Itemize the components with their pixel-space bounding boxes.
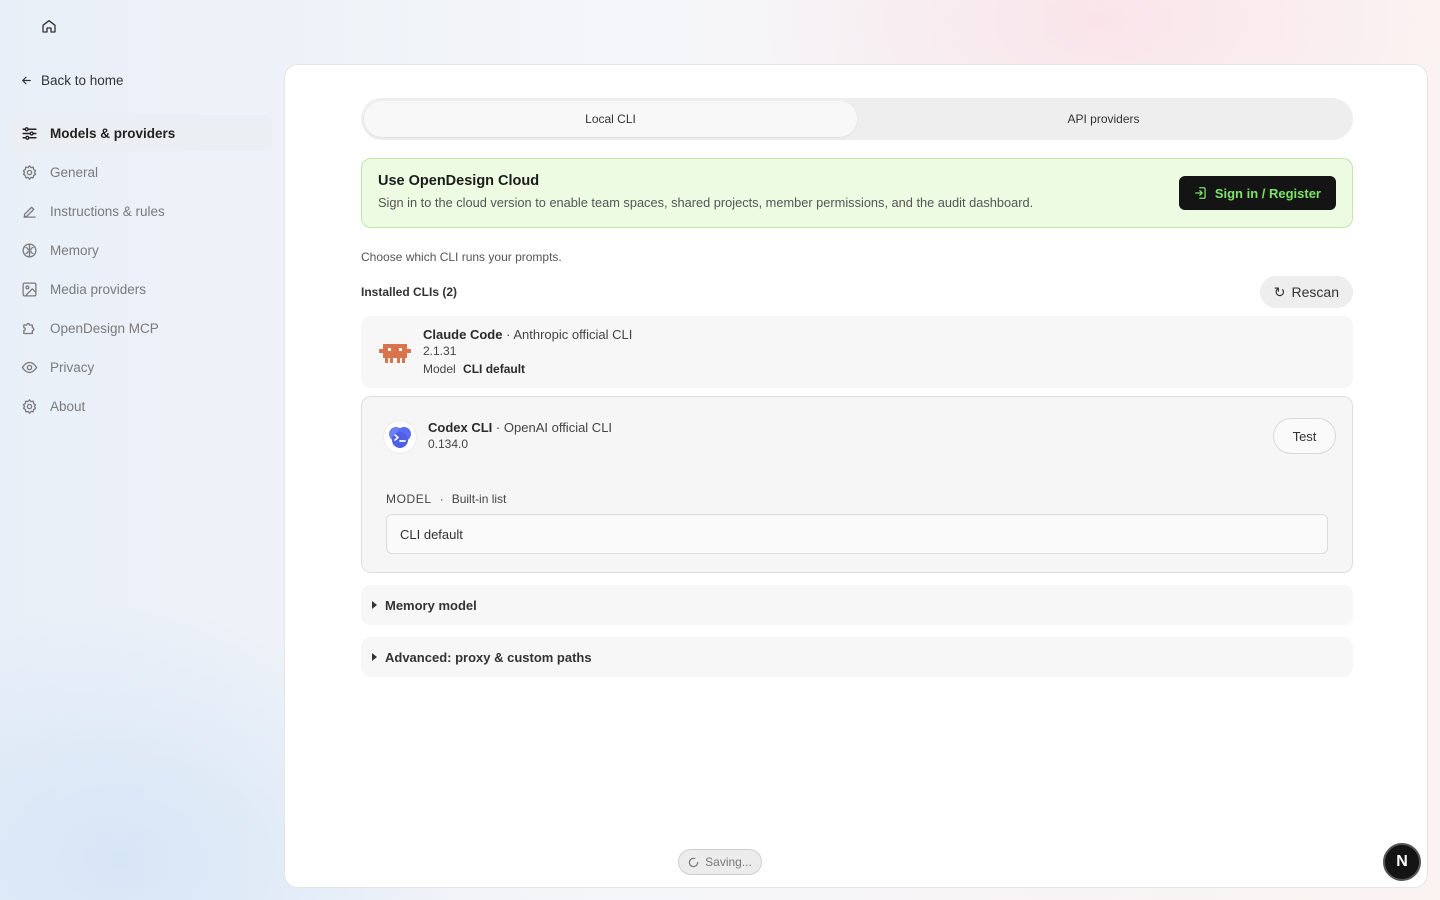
caret-right-icon bbox=[372, 653, 377, 661]
gear-icon bbox=[22, 398, 37, 414]
sidebar-item-label: Models & providers bbox=[50, 125, 176, 141]
sidebar-item-label: General bbox=[50, 164, 99, 180]
model-section-label: MODEL bbox=[386, 492, 432, 506]
puzzle-icon bbox=[23, 322, 35, 334]
model-section-header: MODEL · Built-in list bbox=[386, 492, 506, 506]
eye-icon bbox=[21, 361, 38, 373]
cli-card-codex[interactable]: Codex CLI · OpenAI official CLI 0.134.0 … bbox=[361, 396, 1353, 573]
arrow-left-icon bbox=[22, 76, 31, 85]
sidebar-item-label: OpenDesign MCP bbox=[50, 320, 159, 336]
sign-in-register-button[interactable]: Sign in / Register bbox=[1178, 176, 1336, 210]
rescan-label: Rescan bbox=[1291, 284, 1339, 300]
cli-info: Claude Code · Anthropic official CLI 2.1… bbox=[423, 327, 632, 376]
codex-terminal-icon bbox=[389, 427, 411, 448]
cli-model-value: CLI default bbox=[463, 362, 526, 376]
sign-in-icon bbox=[1194, 187, 1206, 199]
home-button[interactable] bbox=[38, 15, 60, 37]
settings-content: Local CLI API providers Use OpenDesign C… bbox=[361, 98, 1353, 677]
pencil-icon bbox=[23, 206, 36, 218]
tab-local-cli[interactable]: Local CLI bbox=[364, 101, 857, 137]
cli-vendor: OpenAI official CLI bbox=[503, 420, 613, 435]
separator-dot: · bbox=[495, 420, 501, 435]
cli-tabs: Local CLI API providers bbox=[361, 98, 1353, 140]
sidebar-item-general[interactable]: General bbox=[10, 154, 272, 190]
sidebar-item-memory[interactable]: Memory bbox=[10, 232, 272, 268]
sidebar-item-about[interactable]: About bbox=[10, 388, 272, 424]
rescan-button[interactable]: ↻ Rescan bbox=[1259, 276, 1353, 308]
sidebar-item-instructions-rules[interactable]: Instructions & rules bbox=[10, 193, 272, 229]
caret-right-icon bbox=[372, 601, 377, 609]
cli-name: Codex CLI bbox=[428, 420, 493, 435]
codex-logo bbox=[384, 421, 416, 453]
saving-status-badge: Saving... bbox=[678, 849, 762, 875]
installed-clis-header: Installed CLIs (2) ↻ Rescan bbox=[361, 276, 1353, 308]
spinner-icon bbox=[688, 857, 699, 867]
sidebar-item-models-providers[interactable]: Models & providers bbox=[10, 115, 272, 151]
model-select[interactable]: CLI default bbox=[386, 514, 1328, 554]
back-to-home-label: Back to home bbox=[41, 73, 124, 88]
settings-sidebar: Models & providers General Instructions … bbox=[10, 115, 272, 427]
sidebar-item-label: Memory bbox=[50, 242, 99, 258]
gear-icon bbox=[22, 164, 37, 180]
separator-dot: · bbox=[439, 492, 444, 506]
cli-version: 0.134.0 bbox=[428, 437, 469, 451]
sidebar-item-label: Privacy bbox=[50, 359, 95, 375]
cli-info: Codex CLI · OpenAI official CLI 0.134.0 bbox=[428, 420, 612, 451]
cli-model-label: Model bbox=[423, 362, 456, 376]
cli-name-line: Codex CLI · OpenAI official CLI bbox=[428, 420, 612, 435]
model-source: Built-in list bbox=[451, 492, 507, 506]
choose-cli-text: Choose which CLI runs your prompts. bbox=[361, 250, 562, 264]
cli-card-claude-code[interactable]: Claude Code · Anthropic official CLI 2.1… bbox=[361, 316, 1353, 388]
section-label: Advanced: proxy & custom paths bbox=[385, 649, 592, 665]
memory-model-section[interactable]: Memory model bbox=[361, 585, 1353, 625]
cloud-banner: Use OpenDesign Cloud Sign in to the clou… bbox=[361, 158, 1353, 228]
cli-version: 2.1.31 bbox=[423, 344, 457, 358]
cli-model-line: Model CLI default bbox=[423, 362, 632, 376]
test-button[interactable]: Test bbox=[1273, 418, 1336, 454]
image-icon bbox=[22, 281, 37, 297]
advanced-proxy-section[interactable]: Advanced: proxy & custom paths bbox=[361, 637, 1353, 677]
claude-logo-icon bbox=[379, 344, 411, 363]
home-icon bbox=[42, 20, 56, 33]
cli-name-line: Claude Code · Anthropic official CLI bbox=[423, 327, 632, 342]
sidebar-item-media-providers[interactable]: Media providers bbox=[10, 271, 272, 307]
sidebar-item-privacy[interactable]: Privacy bbox=[10, 349, 272, 385]
installed-clis-label: Installed CLIs (2) bbox=[361, 285, 458, 299]
cli-vendor: Anthropic official CLI bbox=[513, 327, 633, 342]
sidebar-item-label: Media providers bbox=[50, 281, 147, 297]
separator-dot: · bbox=[506, 327, 511, 342]
settings-panel: Local CLI API providers Use OpenDesign C… bbox=[284, 64, 1428, 888]
back-to-home-link[interactable]: Back to home bbox=[20, 73, 124, 88]
sign-in-label: Sign in / Register bbox=[1214, 185, 1321, 201]
sidebar-item-opendesign-mcp[interactable]: OpenDesign MCP bbox=[10, 310, 272, 346]
sliders-icon bbox=[22, 126, 37, 140]
cli-name: Claude Code bbox=[423, 327, 503, 342]
section-label: Memory model bbox=[385, 597, 477, 613]
assistant-avatar-button[interactable]: N bbox=[1383, 843, 1421, 881]
tab-api-providers[interactable]: API providers bbox=[857, 101, 1350, 137]
saving-label: Saving... bbox=[705, 855, 752, 869]
sidebar-item-label: Instructions & rules bbox=[50, 203, 165, 219]
refresh-icon: ↻ bbox=[1273, 283, 1286, 300]
brain-icon bbox=[22, 242, 37, 258]
sidebar-item-label: About bbox=[50, 398, 86, 414]
